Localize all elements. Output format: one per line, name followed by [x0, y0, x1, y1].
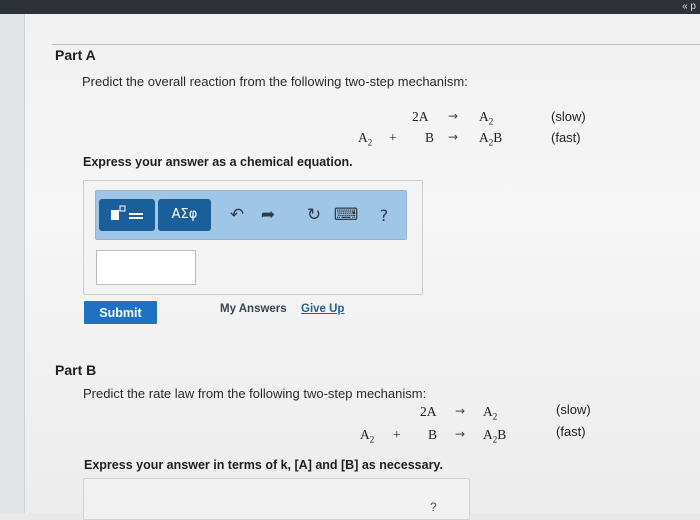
part-b-step2-plus: +: [393, 427, 401, 442]
part-b-step2-reactant2: B: [428, 427, 438, 442]
part-b-step1-left: 2A: [420, 404, 437, 419]
reaction-arrow-icon: →: [448, 130, 459, 144]
my-answers-link[interactable]: My Answers: [220, 303, 287, 315]
greek-symbols-button[interactable]: ΑΣφ: [158, 199, 211, 231]
reaction-arrow-icon: →: [455, 427, 466, 441]
reaction-arrow-icon: →: [455, 404, 466, 418]
part-b-instruction: Express your answer in terms of k, [A] a…: [84, 458, 443, 472]
part-a-step1-right: A2: [479, 109, 494, 127]
part-b-step2-reactant1: A2: [360, 427, 375, 445]
part-a-instruction: Express your answer as a chemical equati…: [83, 155, 353, 169]
left-strip: [0, 14, 25, 513]
part-a-title: Part A: [55, 47, 96, 63]
templates-icon: [111, 205, 143, 220]
top-bar: « p: [0, 0, 700, 14]
part-a-prompt: Predict the overall reaction from the fo…: [82, 74, 468, 89]
divider: [52, 44, 700, 45]
reset-icon[interactable]: ↻: [300, 201, 328, 229]
part-b-step1-right: A2: [483, 404, 498, 422]
part-b-answer-panel: [83, 478, 470, 520]
part-b-step2-note: (fast): [556, 424, 586, 439]
part-a-step1-left: 2A: [412, 109, 429, 124]
part-b-title: Part B: [55, 362, 97, 378]
part-b-prompt: Predict the rate law from the following …: [83, 386, 427, 401]
answer-input[interactable]: [96, 250, 196, 285]
part-b-step2-product: A2B: [483, 427, 507, 445]
part-a-step2-plus: +: [389, 130, 397, 145]
keyboard-icon[interactable]: ⌨: [332, 201, 360, 229]
part-a-step2-note: (fast): [551, 130, 581, 145]
redo-icon[interactable]: ➦: [254, 201, 282, 229]
help-icon[interactable]: ?: [370, 201, 398, 229]
part-b-step1-note: (slow): [556, 402, 591, 417]
part-a-step2-reactant1: A2: [358, 130, 373, 148]
give-up-link[interactable]: Give Up: [301, 303, 344, 315]
part-a-step2-product: A2B: [479, 130, 503, 148]
undo-icon[interactable]: ↶: [223, 201, 251, 229]
reaction-arrow-icon: →: [448, 109, 459, 123]
templates-button[interactable]: [99, 199, 155, 231]
corner-nav-text[interactable]: « p: [682, 1, 696, 12]
part-a-step2-reactant2: B: [425, 130, 435, 145]
submit-button[interactable]: Submit: [84, 301, 157, 324]
help-icon[interactable]: ?: [430, 500, 437, 514]
part-a-step1-note: (slow): [551, 109, 586, 124]
